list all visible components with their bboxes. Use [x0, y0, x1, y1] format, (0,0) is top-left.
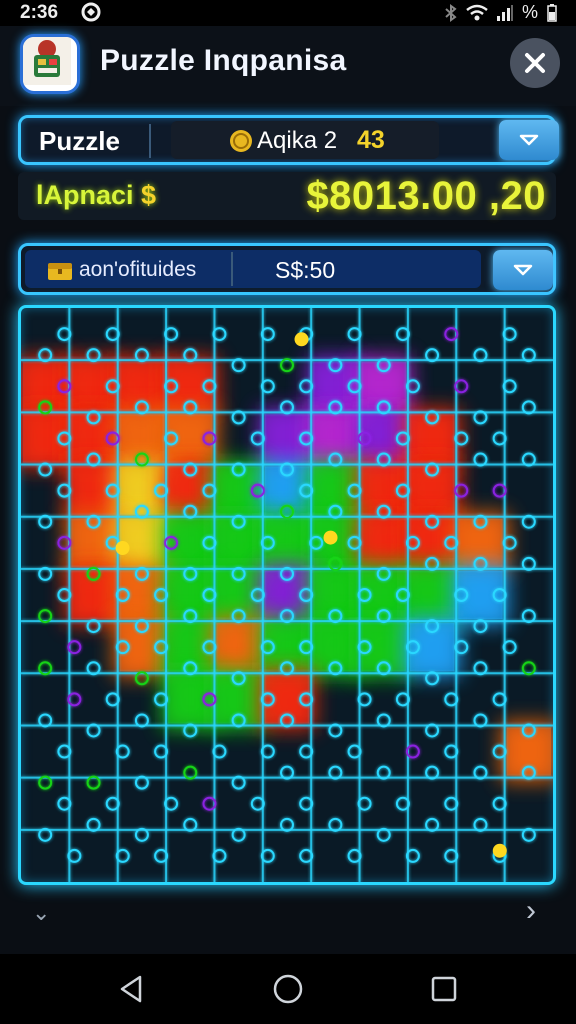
highlight-dot: [294, 332, 309, 347]
close-icon: [525, 53, 545, 73]
puzzle-board[interactable]: [18, 305, 556, 885]
next-arrow-icon[interactable]: ›: [526, 894, 536, 928]
puzzle-piece-fill: [409, 414, 455, 463]
puzzle-piece-fill: [71, 518, 116, 567]
puzzle-piece-fill: [119, 362, 165, 411]
puzzle-piece-fill: [216, 518, 261, 567]
player-name: Aqika 2: [257, 127, 338, 154]
status-time: 2:36: [20, 2, 59, 23]
puzzle-piece-fill: [361, 414, 406, 463]
chest-icon: [48, 263, 72, 280]
puzzle-piece-fill: [361, 570, 406, 620]
puzzle-piece-fill: [168, 362, 213, 411]
mode-label: Puzzle: [39, 126, 120, 156]
bluetooth-icon: [445, 3, 457, 22]
signal-icon: [496, 4, 513, 21]
hint-row: ⌄ ›: [0, 890, 576, 940]
puzzle-piece-fill: [264, 466, 310, 515]
coin-icon: [230, 130, 252, 152]
player-box[interactable]: Aqika 2 43: [171, 121, 439, 159]
puzzle-piece-fill: [506, 727, 551, 776]
back-triangle-icon[interactable]: [114, 972, 148, 1006]
score-value: $8013.00 ,20: [306, 174, 546, 218]
chevron-down-icon: [513, 264, 533, 276]
score-row: lApnaci $ $8013.00 ,20: [18, 172, 556, 220]
app-title: Puzzle Inqpanisa: [100, 44, 347, 77]
battery-percent: %: [521, 2, 538, 22]
puzzle-piece-fill: [168, 570, 213, 620]
attribute-value: S$:50: [275, 257, 336, 283]
attribute-panel: aon'ofituides S$:50: [18, 243, 556, 295]
puzzle-piece-fill: [119, 466, 165, 515]
chevron-down-icon: [519, 134, 539, 146]
puzzle-piece-fill: [23, 362, 68, 411]
battery-icon: [547, 3, 557, 22]
puzzle-piece-fill: [313, 362, 358, 411]
mode-dropdown-button[interactable]: [499, 120, 559, 160]
puzzle-piece-fill: [119, 623, 165, 672]
puzzle-piece-fill: [361, 466, 406, 515]
puzzle-piece-fill: [409, 518, 455, 567]
puzzle-piece-fill: [313, 623, 358, 672]
prev-arrow-icon[interactable]: ⌄: [32, 900, 50, 926]
puzzle-piece-fill: [361, 518, 406, 567]
score-label: lApnaci $: [36, 180, 157, 210]
puzzle-piece-fill: [264, 414, 310, 463]
attribute-dropdown-button[interactable]: [493, 250, 553, 290]
navigation-bar: [0, 954, 576, 1024]
puzzle-piece-fill: [168, 623, 213, 672]
player-level: 43: [357, 126, 385, 154]
puzzle-piece-fill: [216, 675, 261, 724]
puzzle-piece-fill: [23, 414, 68, 463]
puzzle-piece-fill: [168, 466, 213, 515]
puzzle-piece-fill: [361, 623, 406, 672]
puzzle-piece-fill: [168, 518, 213, 567]
puzzle-grid[interactable]: [21, 308, 553, 882]
puzzle-piece-fill: [264, 675, 310, 724]
puzzle-piece-fill: [313, 466, 358, 515]
puzzle-piece-fill: [216, 466, 261, 515]
wifi-icon: [466, 4, 488, 20]
highlight-dot: [492, 843, 507, 858]
puzzle-piece-fill: [458, 518, 503, 567]
puzzle-piece-fill: [264, 570, 310, 620]
close-button[interactable]: [510, 38, 560, 88]
puzzle-piece-fill: [264, 623, 310, 672]
recents-square-icon[interactable]: [427, 972, 461, 1006]
puzzle-piece-fill: [216, 570, 261, 620]
puzzle-piece-fill: [409, 466, 455, 515]
puzzle-piece-fill: [264, 518, 310, 567]
puzzle-piece-fill: [313, 570, 358, 620]
puzzle-piece-fill: [119, 570, 165, 620]
home-circle-icon[interactable]: [271, 972, 305, 1006]
highlight-dot: [115, 541, 130, 556]
mode-panel: Puzzle Aqika 2 43: [18, 115, 559, 165]
status-bar: 2:36 %: [0, 0, 576, 26]
puzzle-piece-fill: [71, 414, 116, 463]
puzzle-piece-fill: [313, 414, 358, 463]
highlight-dot: [323, 530, 338, 545]
app-logo-icon: [23, 37, 71, 85]
divider: [149, 124, 151, 158]
puzzle-piece-fill: [71, 570, 116, 620]
puzzle-piece-fill: [458, 570, 503, 620]
puzzle-piece-fill: [409, 570, 455, 620]
puzzle-piece-fill: [71, 466, 116, 515]
puzzle-piece-fill: [313, 518, 358, 567]
puzzle-piece-fill: [361, 362, 406, 411]
puzzle-piece-fill: [71, 362, 116, 411]
puzzle-piece-fill: [216, 623, 261, 672]
app-header: Puzzle Inqpanisa: [0, 26, 576, 106]
status-icons: %: [444, 2, 558, 23]
divider: [231, 252, 233, 286]
notification-icon: [81, 2, 101, 22]
puzzle-piece-fill: [119, 414, 165, 463]
attribute-box[interactable]: aon'ofituides S$:50: [25, 250, 481, 288]
app-logo: [20, 34, 80, 94]
puzzle-piece-fill: [168, 414, 213, 463]
puzzle-piece-fill: [168, 675, 213, 724]
attribute-label: aon'ofituides: [79, 258, 197, 281]
puzzle-piece-fill: [409, 623, 455, 672]
